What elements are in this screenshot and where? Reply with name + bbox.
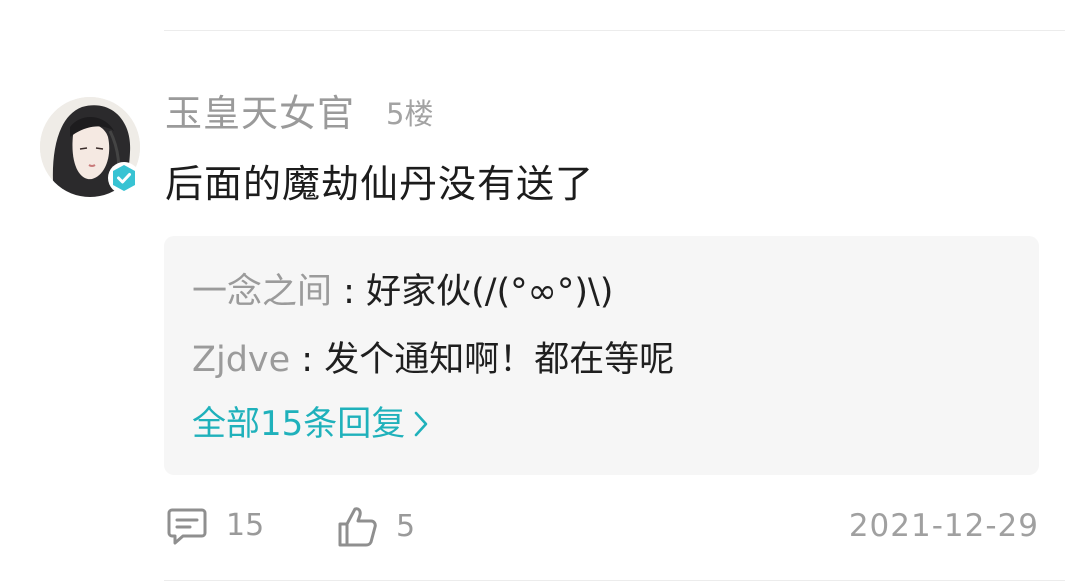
username[interactable]: 玉皇天女官	[165, 92, 355, 136]
reply-preview-box[interactable]: 一念之间 : 好家伙(/(°∞°)\) Zjdve : 发个通知啊！都在等呢 全…	[164, 236, 1039, 475]
verified-badge-icon	[108, 162, 140, 194]
reply-text: 发个通知啊！都在等呢	[324, 340, 675, 380]
like-count: 5	[396, 509, 416, 544]
like-button[interactable]: 5	[336, 505, 415, 549]
view-all-replies-label: 全部15条回复	[192, 404, 406, 444]
reply-text: 好家伙(/(°∞°)\)	[366, 272, 614, 312]
comment-text: 后面的魔劫仙丹没有送了	[165, 162, 595, 206]
thumbs-up-icon	[338, 507, 377, 547]
reply-separator: :	[332, 272, 367, 312]
bottom-divider	[164, 580, 1065, 581]
comment-icon	[167, 508, 207, 545]
floor-number: 5楼	[386, 97, 434, 131]
view-all-replies-link[interactable]: 全部15条回复	[192, 402, 429, 446]
reply-item[interactable]: 一念之间 : 好家伙(/(°∞°)\)	[192, 270, 613, 314]
reply-author[interactable]: Zjdve	[192, 340, 290, 380]
comment-date: 2021-12-29	[848, 508, 1039, 544]
comment-button[interactable]: 15	[166, 505, 264, 547]
reply-item[interactable]: Zjdve : 发个通知啊！都在等呢	[192, 338, 674, 382]
reply-author[interactable]: 一念之间	[192, 272, 332, 312]
reply-count: 15	[226, 508, 265, 543]
reply-separator: :	[290, 340, 325, 380]
top-divider	[164, 30, 1065, 31]
chevron-right-icon	[414, 411, 428, 437]
